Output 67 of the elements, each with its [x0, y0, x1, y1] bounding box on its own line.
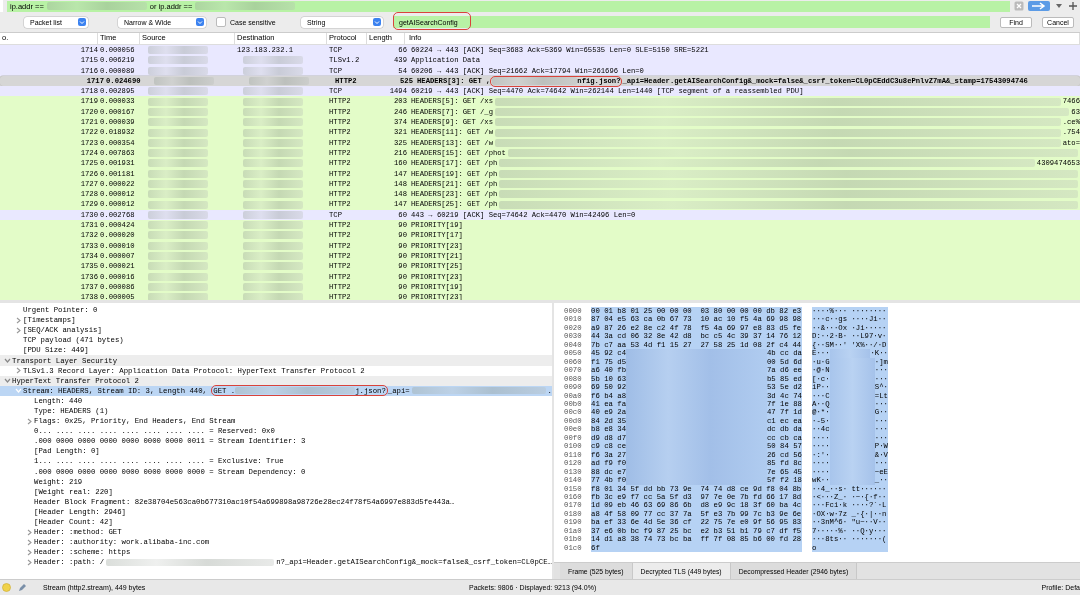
pixelated-redaction — [148, 293, 208, 300]
pixelated-redaction — [243, 210, 303, 219]
pixelated-redaction — [243, 221, 303, 230]
pixelated-redaction — [148, 252, 208, 261]
pixelated-redaction — [243, 87, 303, 96]
pencil-icon[interactable] — [17, 582, 27, 593]
pixelated-redaction — [148, 241, 208, 250]
pixelated-redaction — [243, 262, 303, 271]
pixelated-redaction — [148, 200, 208, 209]
pixelated-redaction — [243, 231, 303, 240]
pixelated-redaction — [243, 159, 303, 168]
pixelated-redaction — [148, 262, 208, 271]
dropdown-caret-icon[interactable] — [78, 18, 86, 26]
pixelated-redaction — [148, 138, 208, 147]
chevron-right-icon[interactable] — [25, 548, 33, 556]
pixelated-redaction — [148, 107, 208, 116]
pixelated-redaction — [148, 46, 208, 55]
chevron-down-icon[interactable] — [3, 357, 11, 364]
pixelated-redaction — [243, 282, 303, 291]
chevron-right-icon[interactable] — [25, 558, 33, 566]
pixelated-redaction — [148, 169, 208, 178]
chevron-right-icon[interactable] — [25, 528, 33, 536]
pixelated-redaction — [243, 66, 303, 75]
status-circle-icon[interactable] — [2, 583, 11, 592]
chevron-right-icon[interactable] — [25, 538, 33, 546]
pixelated-redaction — [249, 77, 309, 86]
pixelated-redaction — [148, 282, 208, 291]
pixelated-redaction — [243, 107, 303, 116]
chevron-right-icon[interactable] — [14, 326, 22, 334]
pixelated-redaction — [148, 231, 208, 240]
pixelated-redaction — [243, 252, 303, 261]
pixelated-redaction — [243, 241, 303, 250]
dropdown-caret-icon[interactable] — [373, 18, 381, 26]
pixelated-redaction — [148, 118, 208, 127]
pixelated-redaction — [148, 210, 208, 219]
chevron-right-icon[interactable] — [25, 417, 33, 425]
pixelated-redaction — [243, 149, 303, 158]
pixelated-redaction — [148, 159, 208, 168]
pixelated-redaction — [148, 149, 208, 158]
add-icon[interactable] — [1068, 1, 1078, 11]
pixelated-redaction — [148, 180, 208, 188]
chevron-down-icon[interactable] — [3, 377, 11, 385]
pixelated-redaction — [148, 87, 208, 96]
pixelated-redaction — [243, 169, 303, 178]
pixelated-redaction — [148, 66, 208, 75]
pixelated-redaction — [148, 56, 208, 65]
pixelated-redaction — [148, 272, 208, 281]
pixelated-redaction — [243, 97, 303, 106]
dropdown-caret-icon[interactable] — [196, 18, 204, 26]
pixelated-redaction — [148, 97, 208, 106]
chevron-right-icon[interactable] — [14, 316, 22, 324]
pixelated-redaction — [148, 128, 208, 137]
pixelated-redaction — [243, 272, 303, 281]
pixelated-redaction — [148, 221, 208, 230]
clear-icon[interactable] — [1014, 1, 1024, 11]
pixelated-redaction — [148, 190, 208, 199]
pixelated-redaction — [243, 118, 303, 127]
pixelated-redaction — [243, 200, 303, 209]
pixelated-redaction — [243, 56, 303, 65]
pixelated-redaction — [243, 128, 303, 137]
pixelated-redaction — [243, 293, 303, 300]
pixelated-redaction — [243, 180, 303, 188]
pixelated-redaction — [243, 190, 303, 199]
checkbox[interactable] — [216, 17, 226, 27]
pixelated-redaction — [243, 138, 303, 147]
pixelated-redaction — [154, 77, 214, 86]
chevron-right-icon[interactable] — [14, 367, 22, 375]
